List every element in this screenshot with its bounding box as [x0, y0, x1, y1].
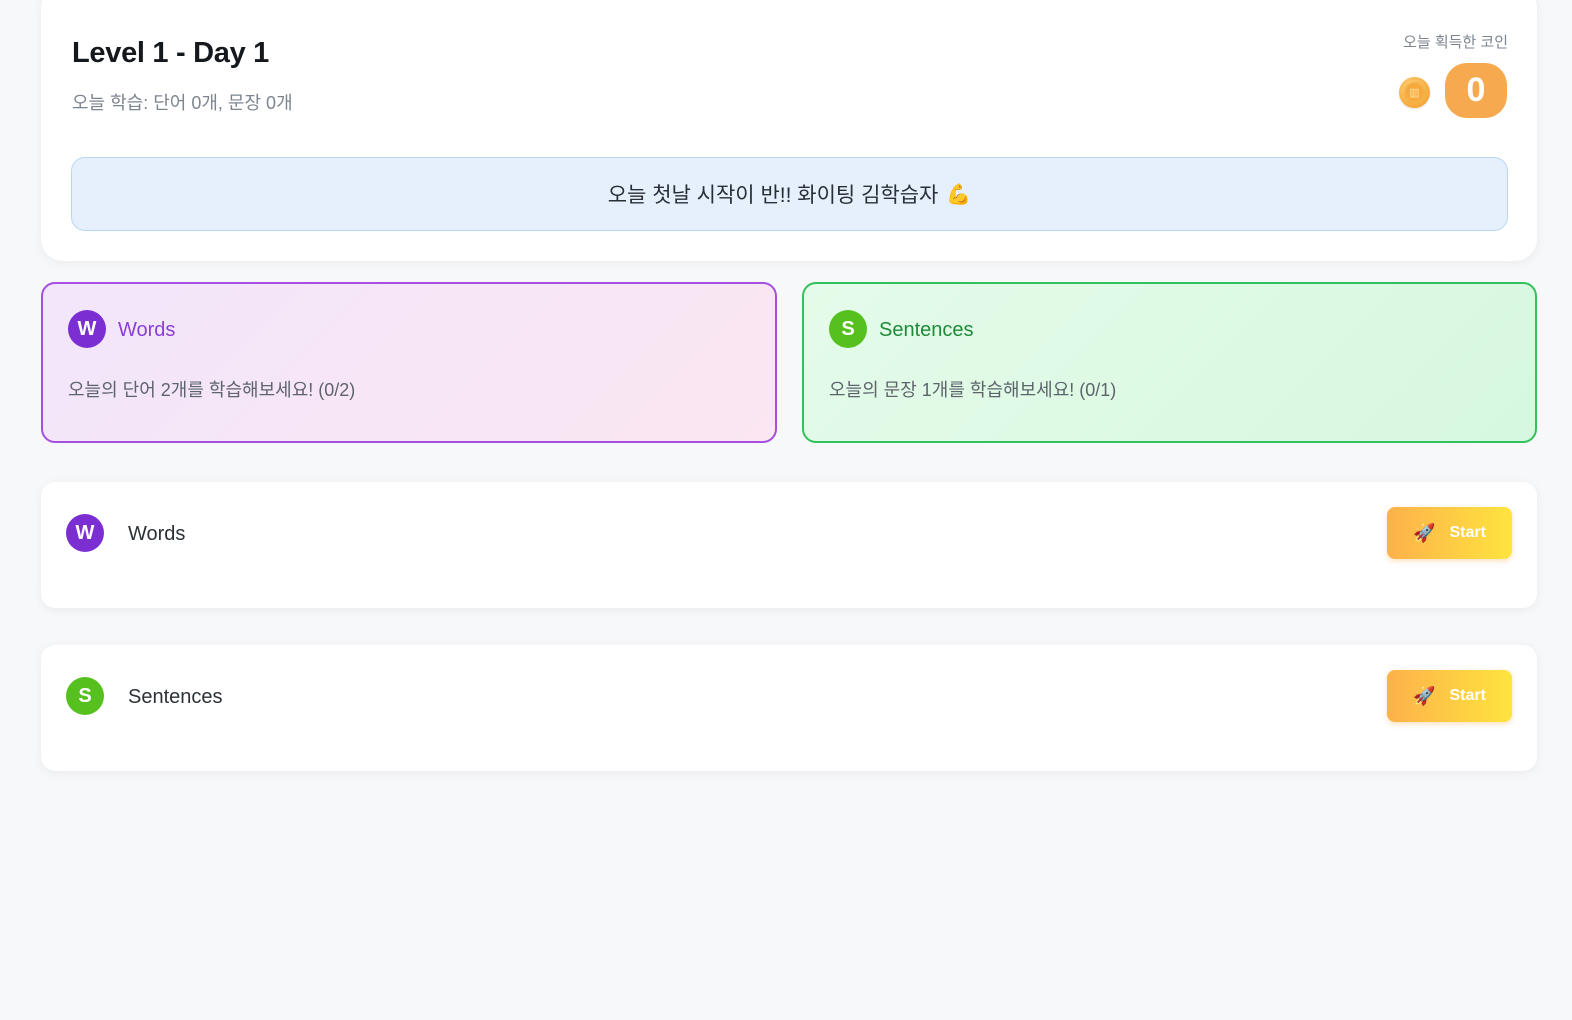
words-activity-row: W Words 🚀 Start	[41, 482, 1537, 608]
start-button-label: Start	[1449, 687, 1486, 704]
sentences-summary-card[interactable]: S Sentences 오늘의 문장 1개를 학습해보세요! (0/1)	[802, 282, 1537, 443]
flexed-arm-icon: 💪	[946, 183, 972, 206]
sentences-badge: S	[829, 310, 867, 348]
coin-icon: ▥	[1399, 77, 1430, 108]
words-badge: W	[68, 310, 106, 348]
words-summary-card[interactable]: W Words 오늘의 단어 2개를 학습해보세요! (0/2)	[41, 282, 777, 443]
sentences-activity-row: S Sentences 🚀 Start	[41, 645, 1537, 771]
coin-label: 오늘 획득한 코인	[1403, 34, 1508, 51]
coin-count-badge: 0	[1445, 63, 1507, 118]
page: Level 1 - Day 1 오늘 학습: 단어 0개, 문장 0개 오늘 획…	[0, 0, 1572, 1020]
sentences-summary-title: Sentences	[879, 319, 974, 341]
words-activity-title: Words	[128, 523, 186, 545]
sentences-activity-badge: S	[66, 677, 104, 715]
motivation-text: 오늘 첫날 시작이 반!! 화이팅 김학습자	[607, 184, 939, 207]
day-header-card: Level 1 - Day 1 오늘 학습: 단어 0개, 문장 0개 오늘 획…	[41, 0, 1537, 261]
words-summary-title: Words	[118, 319, 176, 341]
words-activity-badge: W	[66, 514, 104, 552]
rocket-icon: 🚀	[1413, 522, 1436, 543]
words-summary-description: 오늘의 단어 2개를 학습해보세요! (0/2)	[68, 380, 356, 400]
words-start-button[interactable]: 🚀 Start	[1387, 507, 1512, 559]
motivation-banner: 오늘 첫날 시작이 반!! 화이팅 김학습자 💪	[71, 157, 1508, 231]
start-button-label: Start	[1449, 524, 1486, 541]
page-title: Level 1 - Day 1	[72, 37, 269, 69]
sentences-activity-title: Sentences	[128, 686, 223, 708]
today-progress-summary: 오늘 학습: 단어 0개, 문장 0개	[72, 93, 293, 113]
sentences-start-button[interactable]: 🚀 Start	[1387, 670, 1512, 722]
rocket-icon: 🚀	[1413, 685, 1436, 706]
sentences-summary-description: 오늘의 문장 1개를 학습해보세요! (0/1)	[829, 380, 1117, 400]
